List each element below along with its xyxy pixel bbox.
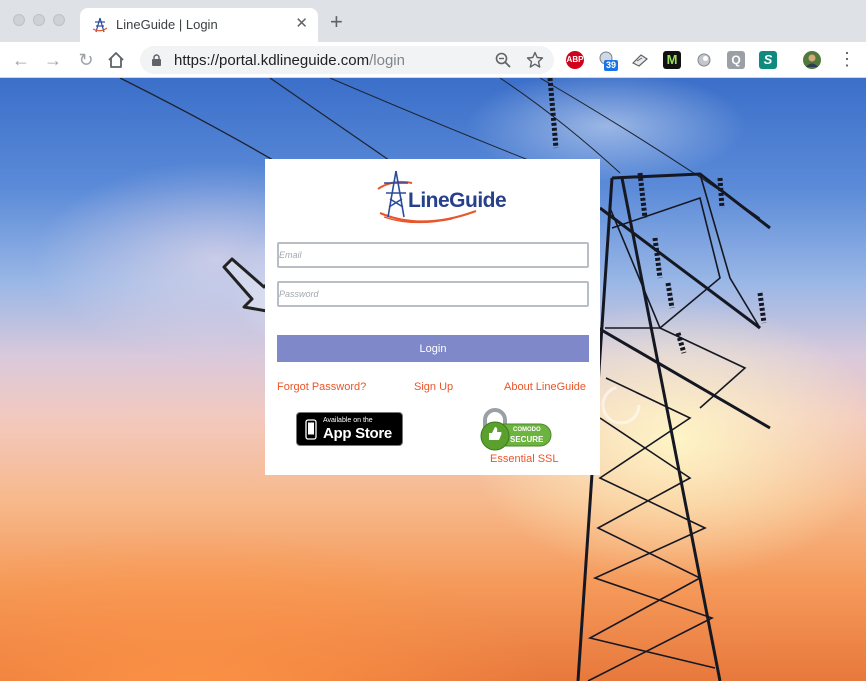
browser-toolbar: ← → ↻ https://portal.kdlineguide.com/log… [0,42,866,78]
comodo-top-text: COMODO [513,427,541,433]
new-tab-button[interactable]: + [330,11,343,33]
comodo-secure-seal[interactable]: COMODO SECURE [477,406,555,454]
s-extension-icon[interactable]: S [759,51,777,69]
m-extension-icon[interactable]: M [663,51,681,69]
zoom-icon[interactable] [494,51,512,69]
tab-lineguide-login[interactable]: LineGuide | Login ✕ [80,8,318,42]
close-window-button[interactable] [13,14,25,26]
app-store-badge[interactable]: Available on the App Store [296,412,403,446]
tab-strip: LineGuide | Login ✕ + [0,0,866,42]
login-button[interactable]: Login [277,335,589,362]
about-lineguide-link[interactable]: About LineGuide [504,381,586,393]
forward-arrow-icon[interactable]: → [43,50,63,70]
forgot-password-link[interactable]: Forgot Password? [277,381,366,393]
lineguide-logo: LineGuide [372,169,507,225]
url-path: /login [369,52,405,69]
login-card: LineGuide Login Forgot Password? Sign Up… [265,159,600,475]
zoom-window-button[interactable] [53,14,65,26]
url-text: https://portal.kdlineguide.com/login [174,52,405,69]
lock-icon[interactable] [152,54,161,66]
minimize-window-button[interactable] [33,14,45,26]
sign-up-link[interactable]: Sign Up [414,381,453,393]
loading-spinner-icon [601,385,641,425]
email-field[interactable] [277,242,589,268]
logo-wordmark: LineGuide [408,189,507,212]
browser-menu-icon[interactable]: ⋮ [838,50,856,68]
browser-window: LineGuide | Login ✕ + ← → ↻ https://port… [0,0,866,681]
bookmark-star-icon[interactable] [526,51,544,69]
reload-icon[interactable]: ↻ [76,50,96,70]
paper-extension-icon[interactable] [631,51,649,69]
back-arrow-icon[interactable]: ← [11,50,31,70]
url-domain: https://portal.kdlineguide.com [174,52,370,69]
address-bar[interactable]: https://portal.kdlineguide.com/login [140,46,554,74]
comodo-bottom-text: SECURE [510,435,544,444]
q-extension-icon[interactable]: Q [727,51,745,69]
home-icon[interactable] [107,51,125,69]
profile-avatar[interactable] [803,51,821,69]
iphone-icon [305,419,317,440]
extension-badge-count: 39 [604,60,619,71]
tab-close-icon[interactable]: ✕ [295,15,308,33]
tab-title: LineGuide | Login [116,17,218,32]
tower-favicon-icon [92,17,108,33]
password-field[interactable] [277,281,589,307]
app-store-big-text: App Store [323,425,392,442]
essential-ssl-label: Essential SSL [490,453,559,465]
app-store-small-text: Available on the [323,417,373,424]
circle-extension-icon[interactable] [695,51,713,69]
adblock-plus-icon[interactable]: ABP [566,51,584,69]
badge-extension-icon[interactable]: 39 [599,51,619,71]
